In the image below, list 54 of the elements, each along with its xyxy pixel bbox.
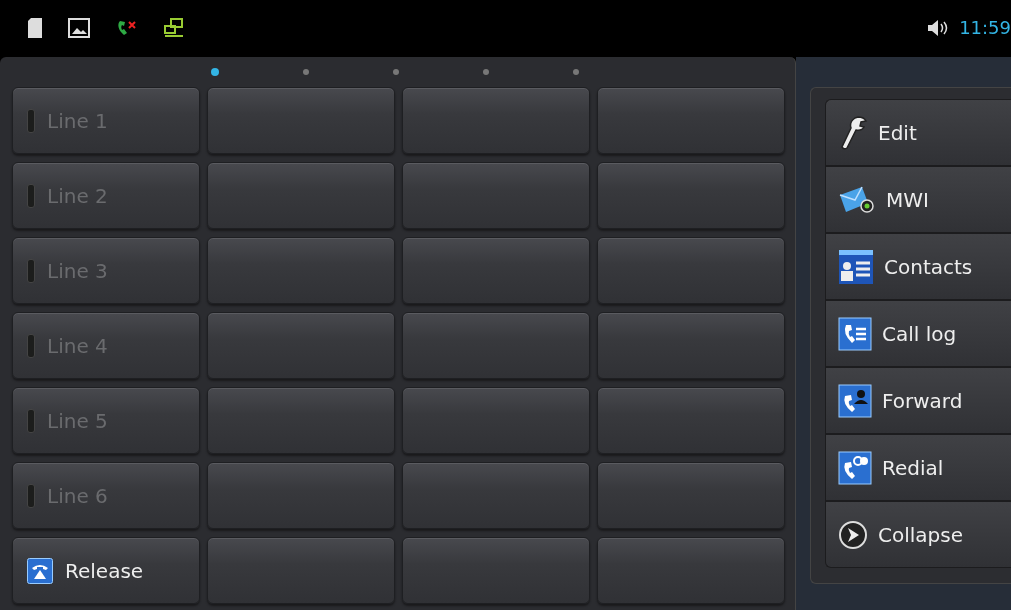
clock-time: 11:59 xyxy=(959,17,1011,38)
release-key[interactable]: Release xyxy=(12,537,200,604)
menu-button[interactable]: Edit xyxy=(825,99,1011,166)
empty-key[interactable] xyxy=(207,237,395,304)
wrench-icon xyxy=(838,114,868,151)
empty-key[interactable] xyxy=(207,162,395,229)
empty-key[interactable] xyxy=(402,87,590,154)
empty-key[interactable] xyxy=(597,537,785,604)
empty-key[interactable] xyxy=(402,237,590,304)
led-indicator xyxy=(27,333,35,358)
led-indicator xyxy=(27,183,35,208)
menu-button[interactable]: Collapse xyxy=(825,501,1011,568)
empty-key[interactable] xyxy=(597,237,785,304)
release-label: Release xyxy=(65,558,144,583)
sd-card-icon xyxy=(28,17,42,38)
forward-icon xyxy=(838,383,872,418)
empty-key[interactable] xyxy=(597,87,785,154)
led-indicator xyxy=(27,483,35,508)
empty-key[interactable] xyxy=(402,387,590,454)
chevron-circle-icon xyxy=(838,519,868,550)
picture-icon xyxy=(68,17,90,38)
redial-icon xyxy=(838,450,872,485)
menu-button[interactable]: Call log xyxy=(825,300,1011,367)
menu-button[interactable]: MWI xyxy=(825,166,1011,233)
empty-key[interactable] xyxy=(402,462,590,529)
led-indicator xyxy=(27,258,35,283)
empty-key[interactable] xyxy=(597,312,785,379)
empty-key[interactable] xyxy=(402,162,590,229)
page-indicator-dot[interactable] xyxy=(483,69,489,75)
call-log-icon xyxy=(838,316,872,351)
page-indicator-dot[interactable] xyxy=(393,69,399,75)
empty-key[interactable] xyxy=(207,387,395,454)
empty-key[interactable] xyxy=(597,387,785,454)
envelope-icon xyxy=(838,184,876,215)
empty-key[interactable] xyxy=(207,537,395,604)
empty-key[interactable] xyxy=(597,162,785,229)
contacts-icon xyxy=(838,248,874,285)
page-indicator-dot[interactable] xyxy=(303,69,309,75)
menu-button[interactable]: Contacts xyxy=(825,233,1011,300)
menu-button[interactable]: Forward xyxy=(825,367,1011,434)
empty-key[interactable] xyxy=(597,462,785,529)
page-indicator-dot[interactable] xyxy=(211,68,219,76)
hang-up-icon xyxy=(27,557,53,584)
menu-button[interactable]: Redial xyxy=(825,434,1011,501)
speaker-icon xyxy=(927,17,950,38)
empty-key[interactable] xyxy=(402,312,590,379)
empty-key[interactable] xyxy=(207,312,395,379)
page-indicator-dot[interactable] xyxy=(573,69,579,75)
empty-key[interactable] xyxy=(207,462,395,529)
empty-key[interactable] xyxy=(402,537,590,604)
led-indicator xyxy=(27,408,35,433)
empty-key[interactable] xyxy=(207,87,395,154)
led-indicator xyxy=(27,108,35,133)
network-icon xyxy=(164,17,184,38)
